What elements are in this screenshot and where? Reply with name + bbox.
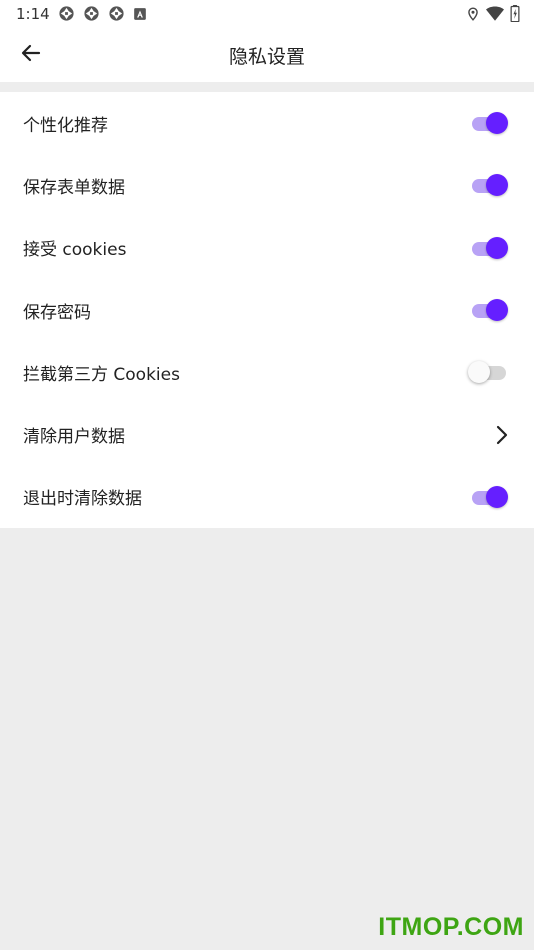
location-icon [466,6,480,26]
setting-label: 清除用户数据 [23,427,125,448]
toggle-thumb [486,112,508,135]
a-box-icon [133,6,147,25]
status-time: 1:14 [16,5,50,23]
status-bar: 1:14 [0,0,534,28]
setting-row-save-form-data[interactable]: 保存表单数据 [0,154,534,216]
settings-list: 个性化推荐 保存表单数据 接受 cookies 保存密码 拦截第三方 Cooki… [0,92,534,529]
chevron-right-icon [492,423,512,447]
setting-row-save-password[interactable]: 保存密码 [0,279,534,341]
personalized-recommendation-toggle[interactable] [470,111,508,135]
setting-label: 退出时清除数据 [23,489,142,510]
toggle-thumb [486,174,508,197]
wifi-icon [486,6,504,26]
app-bar: 隐私设置 [0,28,534,82]
save-form-data-toggle[interactable] [470,173,508,197]
aperture-icon [108,5,125,26]
setting-label: 保存密码 [23,302,91,323]
setting-row-block-third-party-cookies[interactable]: 拦截第三方 Cookies [0,341,534,403]
accept-cookies-toggle[interactable] [470,236,508,260]
setting-row-clear-data-on-exit[interactable]: 退出时清除数据 [0,466,534,528]
setting-row-accept-cookies[interactable]: 接受 cookies [0,217,534,279]
watermark: ITMOP.COM [378,913,524,941]
battery-icon [510,5,520,26]
setting-label: 接受 cookies [23,240,127,261]
header-divider [0,82,534,92]
toggle-thumb [468,361,490,384]
notification-icons [58,5,147,26]
block-third-party-cookies-toggle[interactable] [468,360,508,384]
setting-row-personalized-recommendation[interactable]: 个性化推荐 [0,92,534,154]
setting-row-clear-user-data[interactable]: 清除用户数据 [0,403,534,465]
aperture-icon [58,5,75,26]
setting-label: 保存表单数据 [23,177,125,198]
save-password-toggle[interactable] [470,298,508,322]
toggle-thumb [486,485,508,508]
setting-label: 个性化推荐 [23,115,108,136]
system-icons [466,5,520,26]
page-title: 隐私设置 [228,46,305,68]
clear-data-on-exit-toggle[interactable] [470,485,508,509]
setting-label: 拦截第三方 Cookies [23,364,180,385]
aperture-icon [83,5,100,26]
toggle-thumb [486,299,508,322]
toggle-thumb [486,236,508,259]
